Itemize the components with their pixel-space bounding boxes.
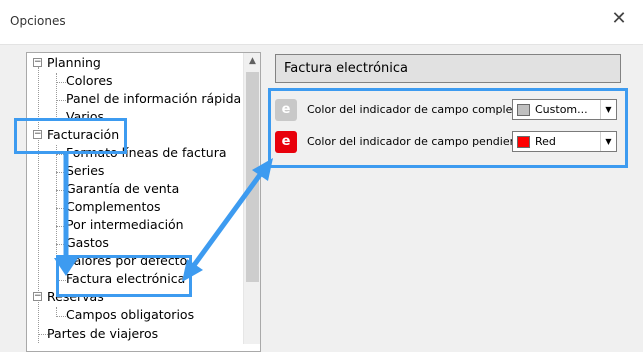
close-icon[interactable]: ✕ [609, 10, 629, 30]
tree-item-por-intermediacion[interactable]: Por intermediación [66, 216, 184, 234]
title-divider [0, 44, 643, 45]
tree-connector [56, 172, 66, 173]
tree-connector [56, 244, 66, 245]
highlight-facturacion [14, 118, 127, 154]
options-tree[interactable]: − Planning Colores Panel de información … [26, 52, 261, 352]
tree-item-campos-obligatorios[interactable]: Campos obligatorios [66, 306, 194, 324]
tree-connector [56, 190, 66, 191]
section-header: Factura electrónica [275, 54, 621, 83]
highlight-factura-electronica [56, 255, 192, 297]
tree-item-complementos[interactable]: Complementos [66, 198, 161, 216]
tree-connector [56, 316, 66, 317]
scroll-thumb[interactable] [246, 72, 259, 282]
tree-item-planning[interactable]: Planning [47, 54, 101, 72]
tree-connector [38, 67, 39, 343]
title-bar: Opciones ✕ [0, 0, 643, 44]
collapse-icon[interactable]: − [33, 292, 42, 301]
tree-item-series[interactable]: Series [66, 162, 104, 180]
tree-connector [56, 82, 66, 83]
tree-item-panel-informacion[interactable]: Panel de información rápida [66, 90, 241, 108]
collapse-icon[interactable]: − [33, 58, 42, 67]
tree-scrollbar[interactable]: ▲ [243, 53, 260, 344]
highlight-settings [268, 88, 628, 168]
options-dialog: Opciones ✕ − Planning Colores Panel de i… [0, 0, 643, 352]
tree-connector [56, 154, 66, 155]
tree-item-colores[interactable]: Colores [66, 72, 113, 90]
tree-item-partes-viajeros[interactable]: Partes de viajeros [47, 325, 158, 343]
window-title: Opciones [10, 14, 66, 28]
tree-connector [56, 226, 66, 227]
tree-item-gastos[interactable]: Gastos [66, 234, 109, 252]
tree-connector [56, 73, 57, 117]
tree-connector [56, 208, 66, 209]
tree-item-garantia-venta[interactable]: Garantía de venta [66, 180, 179, 198]
tree-connector [56, 100, 66, 101]
scroll-up-icon[interactable]: ▲ [244, 53, 261, 70]
